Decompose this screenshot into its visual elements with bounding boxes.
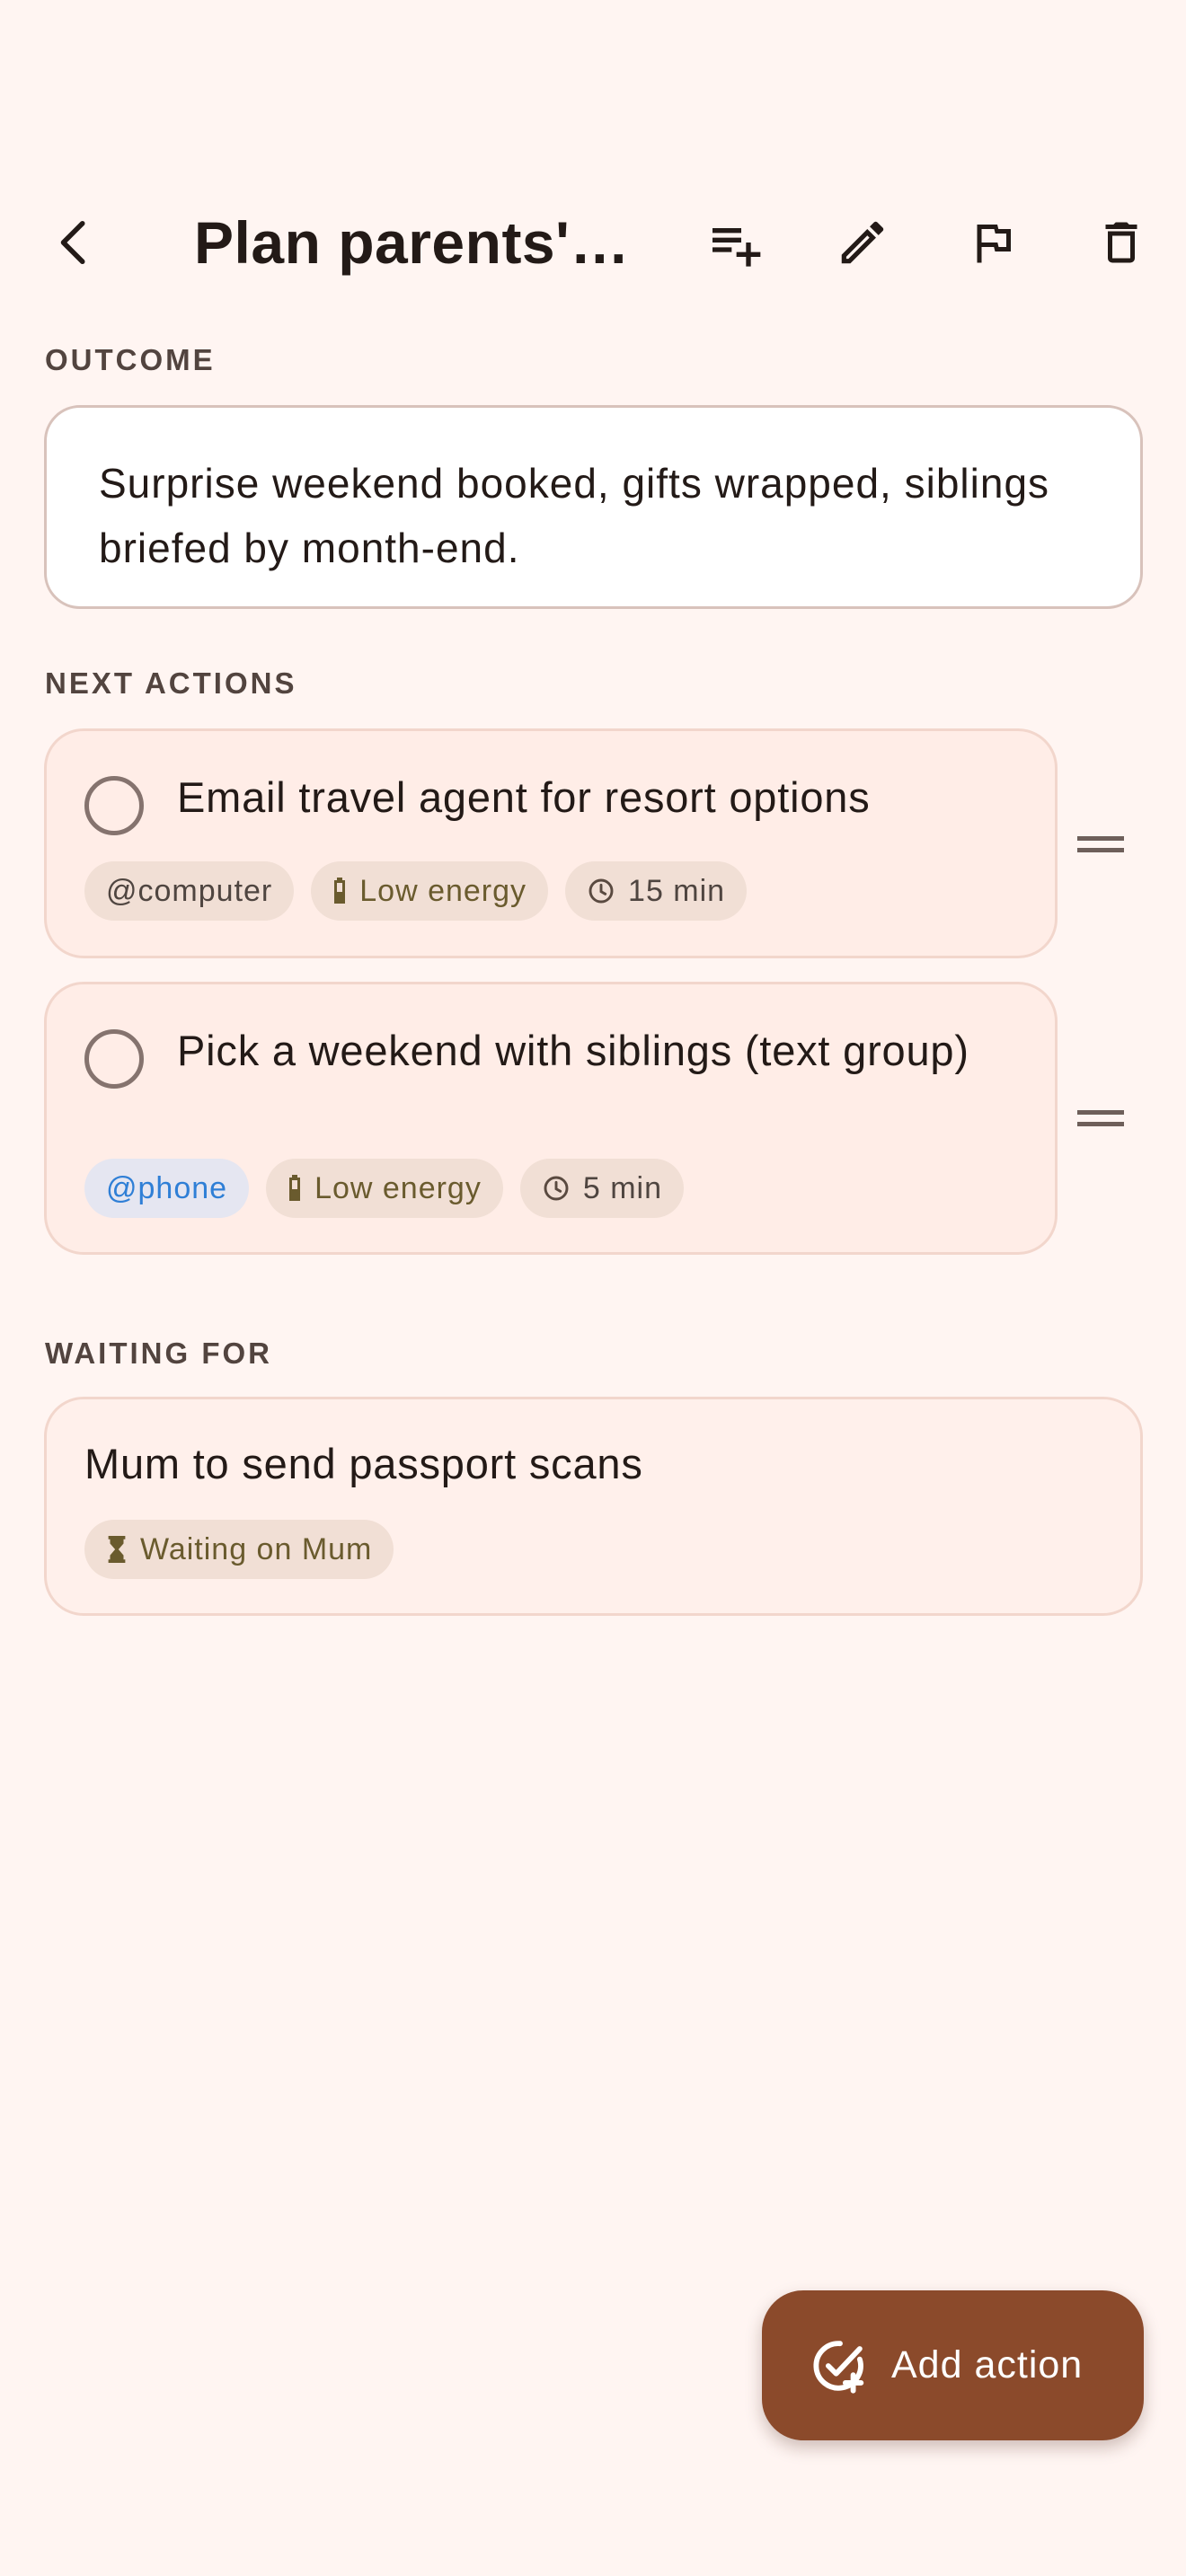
context-chip: @computer [84, 861, 295, 921]
energy-chip: Low energy [266, 1159, 503, 1218]
energy-chip: Low energy [311, 861, 549, 921]
complete-checkbox[interactable] [84, 1029, 144, 1089]
action-tags: @computer Low energy 15 min [84, 861, 748, 921]
hourglass-icon [108, 1536, 126, 1563]
waiting-for-section-label: WAITING FOR [45, 1337, 272, 1370]
outcome-text: Surprise weekend booked, gifts wrapped, … [99, 460, 1050, 571]
drag-handle[interactable] [1069, 1087, 1132, 1150]
project-detail-screen: Plan parents' anniversary trip OUTCOME S… [0, 0, 1186, 2576]
next-actions-section-label: NEXT ACTIONS [45, 666, 297, 700]
duration-chip: 15 min [565, 861, 748, 921]
waiting-card[interactable]: Mum to send passport scans Waiting on Mu… [44, 1397, 1143, 1616]
flag-button[interactable] [943, 193, 1042, 292]
clock-icon [589, 878, 614, 904]
clock-icon [544, 1176, 569, 1201]
duration-chip: 5 min [519, 1159, 684, 1218]
flag-icon [977, 225, 1011, 263]
top-app-bar: Plan parents' anniversary trip [0, 180, 1186, 305]
drag-handle-icon [1077, 836, 1124, 852]
page-title: Plan parents' anniversary trip [194, 209, 643, 276]
trash-icon [1105, 222, 1137, 263]
action-title: Email travel agent for resort options [177, 773, 871, 821]
battery-icon [334, 878, 346, 904]
add-action-button[interactable]: Add action [762, 2290, 1144, 2440]
add-to-list-button[interactable] [685, 193, 783, 292]
drag-handle[interactable] [1069, 813, 1132, 876]
action-tags: @phone Low energy 5 min [84, 1159, 684, 1218]
playlist-add-icon [712, 228, 761, 267]
action-card[interactable]: Pick a weekend with siblings (text group… [44, 982, 1058, 1255]
battery-icon [289, 1175, 301, 1201]
outcome-field[interactable]: Surprise weekend booked, gifts wrapped, … [44, 405, 1143, 609]
waiting-tags: Waiting on Mum [84, 1520, 394, 1579]
back-arrow-icon [60, 221, 85, 264]
edit-button[interactable] [813, 193, 912, 292]
outcome-section-label: OUTCOME [45, 343, 216, 376]
action-title: Pick a weekend with siblings (text group… [177, 1027, 969, 1074]
waiting-title: Mum to send passport scans [84, 1440, 643, 1487]
pencil-icon [841, 221, 884, 264]
complete-checkbox[interactable] [84, 776, 144, 835]
waiting-on-chip: Waiting on Mum [84, 1520, 394, 1579]
back-button[interactable] [25, 193, 124, 292]
context-chip: @phone [84, 1159, 250, 1218]
drag-handle-icon [1077, 1110, 1124, 1126]
add-action-label: Add action [891, 2343, 1084, 2386]
action-card[interactable]: Email travel agent for resort options @c… [44, 728, 1058, 958]
check-add-icon [813, 2340, 864, 2394]
delete-button[interactable] [1072, 193, 1171, 292]
